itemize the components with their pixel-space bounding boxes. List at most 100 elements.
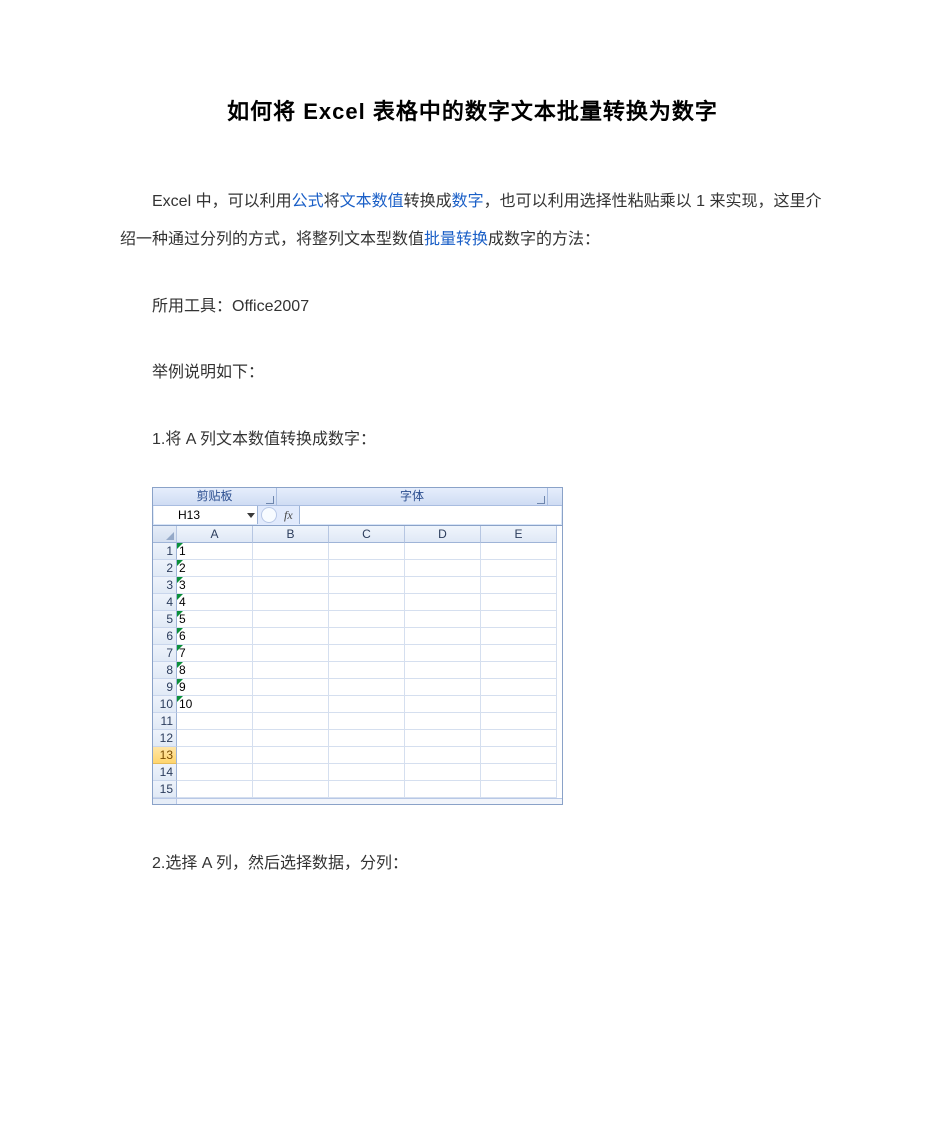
cell[interactable]: 2 xyxy=(177,560,253,577)
cell[interactable] xyxy=(329,662,405,679)
row-header[interactable]: 11 xyxy=(153,713,177,730)
dialog-launcher-icon[interactable] xyxy=(266,496,274,504)
cell[interactable] xyxy=(177,730,253,747)
row-header[interactable]: 6 xyxy=(153,628,177,645)
cell[interactable] xyxy=(481,577,557,594)
cell[interactable] xyxy=(253,730,329,747)
row-header[interactable]: 5 xyxy=(153,611,177,628)
cell[interactable] xyxy=(405,543,481,560)
cell[interactable] xyxy=(253,645,329,662)
row-header[interactable]: 10 xyxy=(153,696,177,713)
cell[interactable] xyxy=(253,594,329,611)
cell[interactable]: 6 xyxy=(177,628,253,645)
cell[interactable] xyxy=(405,628,481,645)
cell[interactable] xyxy=(329,730,405,747)
row-header[interactable]: 13 xyxy=(153,747,177,764)
dialog-launcher-icon[interactable] xyxy=(537,496,545,504)
row-header[interactable]: 9 xyxy=(153,679,177,696)
cell[interactable] xyxy=(177,781,253,798)
cell[interactable] xyxy=(329,577,405,594)
column-header[interactable]: C xyxy=(329,526,405,543)
cell[interactable] xyxy=(405,679,481,696)
cell[interactable] xyxy=(481,594,557,611)
cell[interactable] xyxy=(329,645,405,662)
cell[interactable] xyxy=(253,696,329,713)
select-all-corner[interactable] xyxy=(153,526,177,543)
cell[interactable] xyxy=(253,781,329,798)
cell[interactable] xyxy=(253,764,329,781)
cell[interactable] xyxy=(481,645,557,662)
cell[interactable] xyxy=(481,662,557,679)
cell[interactable] xyxy=(405,645,481,662)
cell[interactable] xyxy=(405,560,481,577)
cell[interactable] xyxy=(481,679,557,696)
cancel-icon[interactable] xyxy=(261,507,277,523)
cell[interactable] xyxy=(481,611,557,628)
link-batch-convert[interactable]: 批量转换 xyxy=(424,231,488,248)
row-header[interactable]: 12 xyxy=(153,730,177,747)
row-header[interactable]: 8 xyxy=(153,662,177,679)
cell[interactable] xyxy=(405,781,481,798)
cell[interactable] xyxy=(329,696,405,713)
cell[interactable] xyxy=(329,679,405,696)
row-header[interactable]: 2 xyxy=(153,560,177,577)
cell[interactable] xyxy=(329,747,405,764)
cell[interactable] xyxy=(253,577,329,594)
cell[interactable] xyxy=(405,594,481,611)
cell[interactable] xyxy=(177,764,253,781)
cell[interactable]: 1 xyxy=(177,543,253,560)
cell[interactable] xyxy=(329,594,405,611)
cell[interactable] xyxy=(329,543,405,560)
cell[interactable] xyxy=(253,662,329,679)
cell[interactable] xyxy=(253,679,329,696)
cell[interactable] xyxy=(405,730,481,747)
cell[interactable] xyxy=(253,628,329,645)
fx-icon[interactable]: fx xyxy=(280,506,299,524)
link-number[interactable]: 数字 xyxy=(452,193,484,210)
cell[interactable]: 9 xyxy=(177,679,253,696)
cell[interactable]: 4 xyxy=(177,594,253,611)
cell[interactable] xyxy=(177,747,253,764)
cell[interactable] xyxy=(329,611,405,628)
cell[interactable] xyxy=(481,764,557,781)
link-formula[interactable]: 公式 xyxy=(292,193,324,210)
cell[interactable] xyxy=(481,696,557,713)
cell[interactable]: 8 xyxy=(177,662,253,679)
cell[interactable] xyxy=(405,696,481,713)
link-text-value[interactable]: 文本数值 xyxy=(340,193,404,210)
cell[interactable] xyxy=(405,662,481,679)
cell[interactable] xyxy=(405,577,481,594)
row-header[interactable]: 1 xyxy=(153,543,177,560)
cell[interactable] xyxy=(481,543,557,560)
cell[interactable] xyxy=(253,611,329,628)
cell[interactable] xyxy=(329,781,405,798)
cell[interactable] xyxy=(481,713,557,730)
name-box[interactable]: H13 xyxy=(154,506,258,524)
cell[interactable] xyxy=(481,730,557,747)
cell[interactable] xyxy=(481,560,557,577)
cell[interactable] xyxy=(253,747,329,764)
cell[interactable] xyxy=(405,713,481,730)
formula-input[interactable] xyxy=(299,506,561,524)
chevron-down-icon[interactable] xyxy=(247,513,255,518)
cell[interactable]: 5 xyxy=(177,611,253,628)
row-header[interactable]: 3 xyxy=(153,577,177,594)
column-header[interactable]: E xyxy=(481,526,557,543)
cell[interactable] xyxy=(405,764,481,781)
cell[interactable]: 3 xyxy=(177,577,253,594)
cell[interactable] xyxy=(253,543,329,560)
column-header[interactable]: D xyxy=(405,526,481,543)
column-header[interactable]: A xyxy=(177,526,253,543)
cell[interactable] xyxy=(405,747,481,764)
row-header[interactable]: 14 xyxy=(153,764,177,781)
row-header[interactable]: 7 xyxy=(153,645,177,662)
cell[interactable] xyxy=(481,781,557,798)
cell[interactable] xyxy=(253,560,329,577)
cell[interactable] xyxy=(177,713,253,730)
column-header[interactable]: B xyxy=(253,526,329,543)
cell[interactable] xyxy=(405,611,481,628)
cell[interactable] xyxy=(329,560,405,577)
cell[interactable] xyxy=(329,628,405,645)
cell[interactable] xyxy=(481,747,557,764)
cell[interactable] xyxy=(481,628,557,645)
